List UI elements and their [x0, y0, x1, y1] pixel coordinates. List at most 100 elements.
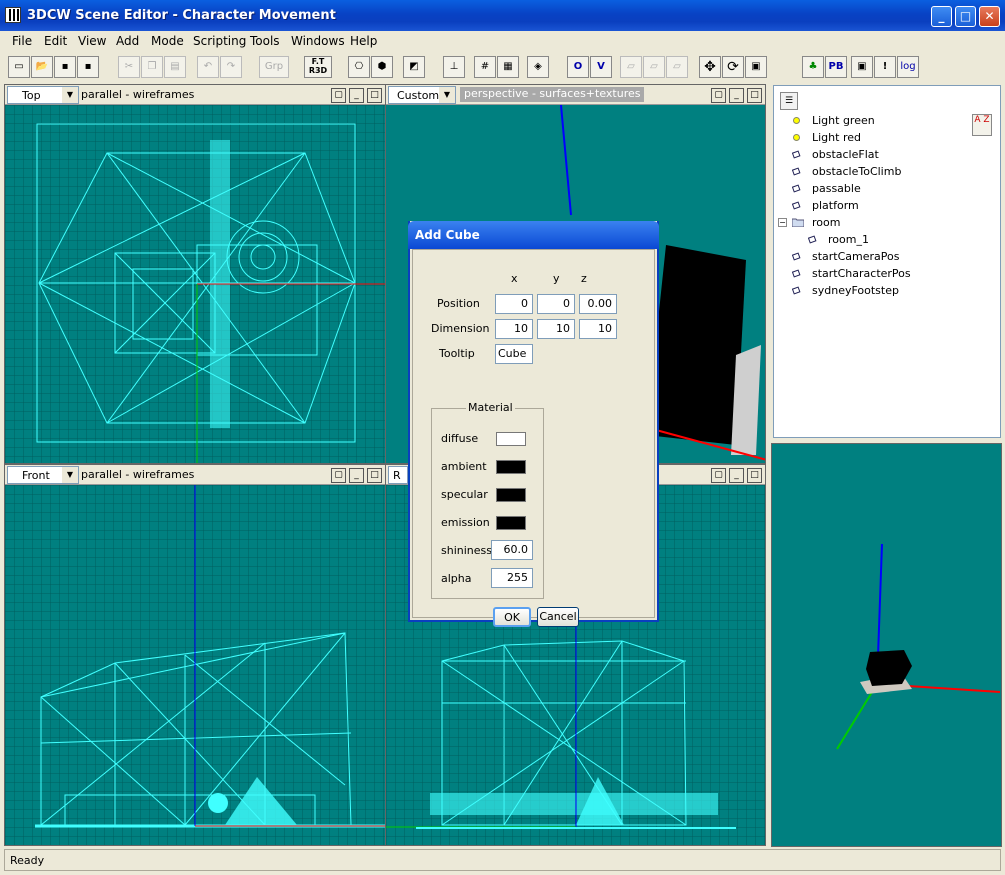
menu-tools[interactable]: Tools	[250, 34, 280, 48]
tree-item-label: sydneyFootstep	[812, 284, 899, 297]
emission-color-swatch[interactable]	[496, 516, 526, 530]
lock-icon[interactable]: ▢	[331, 88, 346, 103]
new-file-icon[interactable]: ▭	[8, 56, 30, 78]
position-z-input[interactable]: 0.00	[579, 294, 617, 314]
column-y-label: y	[553, 272, 560, 285]
menu-edit[interactable]: Edit	[44, 34, 67, 48]
menu-windows[interactable]: Windows	[291, 34, 345, 48]
ortho-button[interactable]: O	[567, 56, 589, 78]
dimension-z-input[interactable]: 10	[579, 319, 617, 339]
diffuse-color-swatch[interactable]	[496, 432, 526, 446]
dimension-x-input[interactable]: 10	[495, 319, 533, 339]
scene-tree: Light green Light red obstacleFlat obsta…	[778, 112, 998, 435]
render-mode-label: parallel - wireframes	[81, 88, 195, 101]
minimize-view-icon[interactable]: _	[729, 468, 744, 483]
view-select[interactable]: R	[388, 466, 408, 484]
axes-icon[interactable]: ⊥	[443, 56, 465, 78]
view-button[interactable]: V	[590, 56, 612, 78]
copy-icon[interactable]: ❐	[141, 56, 163, 78]
move-icon[interactable]: ✥	[699, 56, 721, 78]
log-button[interactable]: log	[897, 56, 919, 78]
open-folder-icon[interactable]: 📂	[31, 56, 53, 78]
collapse-icon[interactable]: −	[778, 218, 787, 227]
redo-icon[interactable]: ↷	[220, 56, 242, 78]
wireframe-canvas	[5, 105, 385, 463]
menu-file[interactable]: File	[12, 34, 32, 48]
maximize-view-icon[interactable]: □	[367, 468, 382, 483]
maximize-view-icon[interactable]: □	[367, 88, 382, 103]
undo-icon[interactable]: ↶	[197, 56, 219, 78]
view-select[interactable]: Front ▼	[7, 466, 79, 484]
cube-icon[interactable]: ⬢	[371, 56, 393, 78]
material-icon[interactable]: ◩	[403, 56, 425, 78]
wireframe-canvas	[5, 485, 385, 845]
viewport-header: Front ▼ parallel - wireframes ▢ _ □	[5, 465, 385, 485]
ambient-color-swatch[interactable]	[496, 460, 526, 474]
menu-view[interactable]: View	[78, 34, 106, 48]
view-select-value: Custom	[397, 89, 440, 102]
close-button[interactable]: ✕	[979, 6, 1000, 27]
scale-icon[interactable]: ▣	[745, 56, 767, 78]
position-y-input[interactable]: 0	[537, 294, 575, 314]
chevron-down-icon[interactable]: ▼	[62, 467, 78, 483]
viewport-front[interactable]: Front ▼ parallel - wireframes ▢ _ □	[4, 464, 386, 846]
preview-viewport[interactable]	[771, 443, 1002, 847]
tree-view-tab-icon[interactable]: ☰	[780, 92, 798, 110]
viewport-top[interactable]: Top ▼ parallel - wireframes ▢ _ □	[4, 84, 386, 464]
tooltip-input[interactable]: Cube	[495, 344, 533, 364]
menu-add[interactable]: Add	[116, 34, 139, 48]
shininess-input[interactable]: 60.0	[491, 540, 533, 560]
snap-grid-icon[interactable]: ▦	[497, 56, 519, 78]
save-icon[interactable]: ▪	[54, 56, 76, 78]
import-icon[interactable]: ⎔	[348, 56, 370, 78]
minimize-view-icon[interactable]: _	[349, 468, 364, 483]
menu-help[interactable]: Help	[350, 34, 377, 48]
specular-color-swatch[interactable]	[496, 488, 526, 502]
menu-scripting[interactable]: Scripting	[193, 34, 246, 48]
view-select[interactable]: Top ▼	[7, 86, 79, 104]
maximize-view-icon[interactable]: □	[747, 468, 762, 483]
frame-icon[interactable]: ▣	[851, 56, 873, 78]
dialog-title: Add Cube	[415, 228, 480, 242]
diffuse-label: diffuse	[441, 432, 479, 445]
lock-icon[interactable]: ▢	[711, 468, 726, 483]
material-group: Material diffuse ambient specular emissi…	[431, 401, 544, 599]
rotate-icon[interactable]: ⟳	[722, 56, 744, 78]
dialog-title-bar[interactable]: Add Cube	[408, 221, 659, 249]
save-as-icon[interactable]: ▪	[77, 56, 99, 78]
maximize-view-icon[interactable]: □	[747, 88, 762, 103]
dimension-y-input[interactable]: 10	[537, 319, 575, 339]
lock-icon[interactable]: ▢	[331, 468, 346, 483]
alpha-input[interactable]: 255	[491, 568, 533, 588]
shield-icon[interactable]: ◈	[527, 56, 549, 78]
ok-button[interactable]: OK	[493, 607, 531, 627]
position-x-input[interactable]: 0	[495, 294, 533, 314]
character-icon[interactable]: ♣	[802, 56, 824, 78]
render-button[interactable]: F.T R3D	[304, 56, 332, 78]
view-select[interactable]: Custom ▼	[388, 86, 456, 104]
group-button[interactable]: Grp	[259, 56, 289, 78]
move-obj-icon[interactable]: ▱	[620, 56, 642, 78]
minimize-view-icon[interactable]: _	[729, 88, 744, 103]
chevron-down-icon[interactable]: ▼	[62, 87, 78, 103]
paste-icon[interactable]: ▤	[164, 56, 186, 78]
rotate-obj-icon[interactable]: ▱	[643, 56, 665, 78]
object-icon	[792, 286, 801, 295]
grid-icon[interactable]: #	[474, 56, 496, 78]
maximize-button[interactable]: □	[955, 6, 976, 27]
object-icon	[792, 201, 801, 210]
render-mode-label: parallel - wireframes	[81, 468, 195, 481]
pb-button[interactable]: PB	[825, 56, 847, 78]
light-icon	[793, 134, 800, 141]
title-bar[interactable]: 3DCW Scene Editor - Character Movement _…	[0, 0, 1005, 31]
menu-mode[interactable]: Mode	[151, 34, 184, 48]
lock-icon[interactable]: ▢	[711, 88, 726, 103]
scale-obj-icon[interactable]: ▱	[666, 56, 688, 78]
cut-icon[interactable]: ✂	[118, 56, 140, 78]
window-title: 3DCW Scene Editor - Character Movement	[27, 8, 336, 23]
minimize-button[interactable]: _	[931, 6, 952, 27]
alert-button[interactable]: !	[874, 56, 896, 78]
cancel-button[interactable]: Cancel	[537, 607, 579, 627]
minimize-view-icon[interactable]: _	[349, 88, 364, 103]
chevron-down-icon[interactable]: ▼	[439, 87, 455, 103]
